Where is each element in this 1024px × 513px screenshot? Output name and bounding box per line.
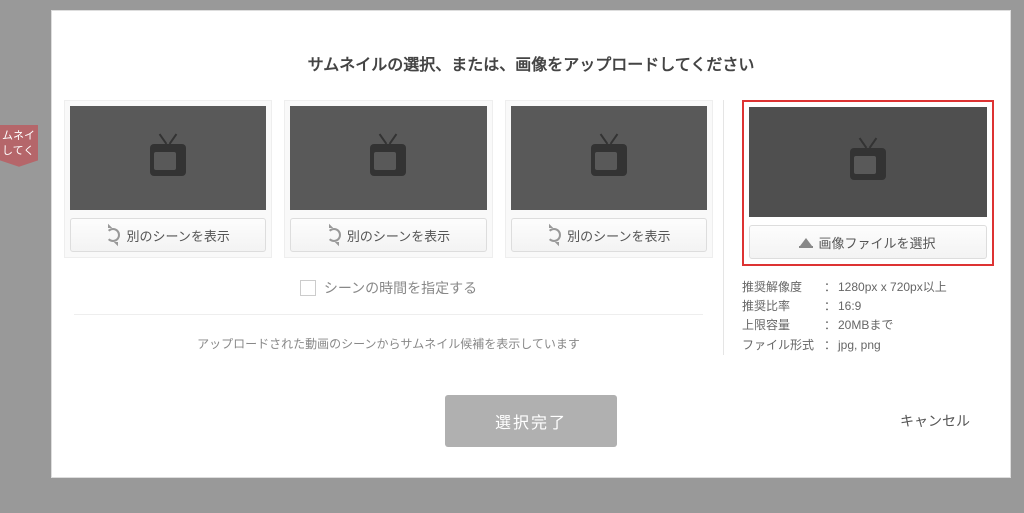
checkbox-label: シーンの時間を指定する — [324, 278, 477, 298]
scene-card[interactable]: 別のシーンを表示 — [284, 100, 492, 258]
spec-label: 推奨比率 — [742, 297, 824, 316]
spec-row: 上限容量 ： 20MBまで — [742, 316, 994, 335]
show-other-scene-button[interactable]: 別のシーンを表示 — [70, 218, 266, 252]
upload-specs: 推奨解像度 ： 1280px x 720px以上 推奨比率 ： 16:9 上限容… — [742, 278, 994, 355]
upload-thumbnail-preview — [749, 107, 987, 217]
spec-value: 16:9 — [838, 297, 861, 316]
modal-footer: 選択完了 キャンセル — [52, 395, 1010, 447]
upload-box: 画像ファイルを選択 — [742, 100, 994, 266]
button-label: 別のシーンを表示 — [347, 226, 450, 245]
specify-time-row: シーンの時間を指定する — [64, 278, 713, 298]
tv-icon — [370, 140, 406, 176]
upload-panel: 画像ファイルを選択 推奨解像度 ： 1280px x 720px以上 推奨比率 … — [724, 100, 994, 355]
upload-icon — [800, 238, 812, 246]
tv-icon — [850, 144, 886, 180]
spec-label: 推奨解像度 — [742, 278, 824, 297]
divider — [74, 314, 703, 315]
modal-title: サムネイルの選択、または、画像をアップロードしてください — [52, 51, 1010, 75]
spec-value: 20MBまで — [838, 316, 893, 335]
scene-row: 別のシーンを表示 別のシーンを表示 — [64, 100, 713, 258]
tv-icon — [150, 140, 186, 176]
background-fragment: ムネイ してく — [0, 0, 48, 170]
cancel-button[interactable]: キャンセル — [900, 411, 970, 431]
modal-body: 別のシーンを表示 別のシーンを表示 — [52, 100, 1010, 355]
button-label: 別のシーンを表示 — [567, 226, 670, 245]
scene-thumbnail — [290, 106, 486, 210]
spec-label: ファイル形式 — [742, 336, 824, 355]
scene-card[interactable]: 別のシーンを表示 — [64, 100, 272, 258]
spec-colon: ： — [824, 316, 838, 335]
thumbnail-modal: サムネイルの選択、または、画像をアップロードしてください 別のシーンを表示 — [51, 10, 1011, 478]
spec-row: 推奨解像度 ： 1280px x 720px以上 — [742, 278, 994, 297]
spec-value: 1280px x 720px以上 — [838, 278, 947, 297]
select-image-file-button[interactable]: 画像ファイルを選択 — [749, 225, 987, 259]
scene-selection-panel: 別のシーンを表示 別のシーンを表示 — [64, 100, 724, 355]
spec-colon: ： — [824, 336, 838, 355]
submit-button[interactable]: 選択完了 — [445, 395, 617, 447]
button-label: 別のシーンを表示 — [126, 226, 229, 245]
spec-colon: ： — [824, 278, 838, 297]
spec-label: 上限容量 — [742, 316, 824, 335]
scene-card[interactable]: 別のシーンを表示 — [505, 100, 713, 258]
scene-thumbnail — [70, 106, 266, 210]
show-other-scene-button[interactable]: 別のシーンを表示 — [290, 218, 486, 252]
refresh-icon — [547, 228, 561, 242]
scene-thumbnail — [511, 106, 707, 210]
tv-icon — [591, 140, 627, 176]
refresh-icon — [106, 228, 120, 242]
spec-row: 推奨比率 ： 16:9 — [742, 297, 994, 316]
spec-value: jpg, png — [838, 336, 881, 355]
background-tag: ムネイ してく — [0, 125, 38, 167]
info-text: アップロードされた動画のシーンからサムネイル候補を表示しています — [64, 335, 713, 352]
spec-colon: ： — [824, 297, 838, 316]
button-label: 画像ファイルを選択 — [818, 233, 935, 252]
spec-row: ファイル形式 ： jpg, png — [742, 336, 994, 355]
show-other-scene-button[interactable]: 別のシーンを表示 — [511, 218, 707, 252]
refresh-icon — [327, 228, 341, 242]
specify-time-checkbox[interactable] — [300, 280, 316, 296]
